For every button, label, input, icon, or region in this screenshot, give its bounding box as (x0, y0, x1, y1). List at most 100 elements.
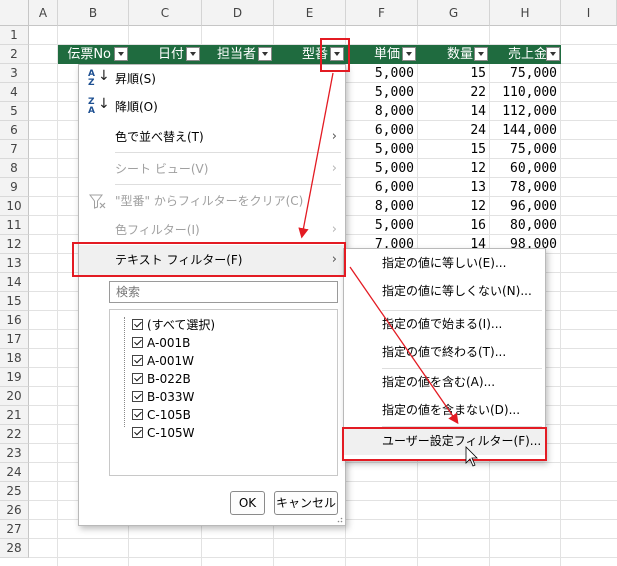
row-header-22[interactable]: 22 (0, 425, 29, 444)
resize-grip-icon[interactable] (335, 515, 343, 523)
menu-color-filter: 色フィルター(I) › (79, 216, 345, 244)
filter-list-item-label: B-033W (147, 390, 195, 404)
checkbox-checked-icon[interactable] (132, 373, 143, 384)
filter-dropdown-date[interactable] (186, 47, 200, 61)
filter-list-item-label: C-105B (147, 408, 191, 422)
row-header-8[interactable]: 8 (0, 159, 29, 178)
checkbox-checked-icon[interactable] (132, 337, 143, 348)
checkbox-checked-icon[interactable] (132, 409, 143, 420)
row-header-21[interactable]: 21 (0, 406, 29, 425)
submenu-item[interactable]: 指定の値で終わる(T)... (344, 338, 545, 366)
row-header-1[interactable]: 1 (0, 26, 29, 45)
select-all-corner[interactable] (0, 0, 29, 26)
row-header-28[interactable]: 28 (0, 539, 29, 558)
filter-dropdown-quantity[interactable] (474, 47, 488, 61)
gridline (57, 26, 58, 566)
row-header-12[interactable]: 12 (0, 235, 29, 254)
menu-sort-by-color[interactable]: 色で並べ替え(T) › (79, 123, 345, 151)
table-cell[interactable]: 24 (418, 121, 490, 140)
table-cell[interactable]: 96,000 (490, 197, 561, 216)
checkbox-checked-icon[interactable] (132, 427, 143, 438)
row-header-9[interactable]: 9 (0, 178, 29, 197)
table-header-row: 伝票No 日付 担当者 型番 単価 数量 売上金 (58, 45, 561, 64)
row-header-14[interactable]: 14 (0, 273, 29, 292)
table-cell[interactable]: 78,000 (490, 178, 561, 197)
row-header-11[interactable]: 11 (0, 216, 29, 235)
table-cell[interactable]: 5,000 (346, 159, 418, 178)
table-cell[interactable]: 15 (418, 64, 490, 83)
row-header-27[interactable]: 27 (0, 520, 29, 539)
column-header-a[interactable]: A (29, 0, 58, 26)
row-header-24[interactable]: 24 (0, 463, 29, 482)
filter-dropdown-sales[interactable] (546, 47, 560, 61)
menu-sort-descending[interactable]: Z A ↓ 降順(O) (79, 93, 345, 121)
row-header-15[interactable]: 15 (0, 292, 29, 311)
table-cell[interactable]: 144,000 (490, 121, 561, 140)
table-cell[interactable]: 112,000 (490, 102, 561, 121)
table-cell[interactable]: 12 (418, 197, 490, 216)
filter-dropdown-slip-no[interactable] (114, 47, 128, 61)
table-cell[interactable]: 8,000 (346, 102, 418, 121)
table-cell[interactable]: 80,000 (490, 216, 561, 235)
table-cell[interactable]: 6,000 (346, 121, 418, 140)
submenu-item[interactable]: 指定の値に等しくない(N)... (344, 277, 545, 305)
table-cell[interactable]: 60,000 (490, 159, 561, 178)
row-header-13[interactable]: 13 (0, 254, 29, 273)
row-header-2[interactable]: 2 (0, 45, 29, 64)
submenu-item[interactable]: 指定の値に等しい(E)... (344, 249, 545, 277)
row-header-3[interactable]: 3 (0, 64, 29, 83)
column-header-e[interactable]: E (274, 0, 346, 26)
column-header-b[interactable]: B (58, 0, 129, 26)
table-cell[interactable]: 5,000 (346, 64, 418, 83)
sort-descending-icon: Z A ↓ (88, 96, 110, 116)
table-cell[interactable]: 16 (418, 216, 490, 235)
submenu-item[interactable]: 指定の値を含まない(D)... (344, 396, 545, 424)
filter-dropdown-staff[interactable] (258, 47, 272, 61)
row-header-19[interactable]: 19 (0, 368, 29, 387)
row-header-26[interactable]: 26 (0, 501, 29, 520)
table-cell[interactable]: 75,000 (490, 64, 561, 83)
cancel-button[interactable]: キャンセル (274, 491, 338, 515)
checkbox-checked-icon[interactable] (132, 319, 143, 330)
row-header-25[interactable]: 25 (0, 482, 29, 501)
row-header-7[interactable]: 7 (0, 140, 29, 159)
row-header-4[interactable]: 4 (0, 83, 29, 102)
ok-button[interactable]: OK (230, 491, 265, 515)
row-header-17[interactable]: 17 (0, 330, 29, 349)
column-header-d[interactable]: D (202, 0, 274, 26)
row-header-20[interactable]: 20 (0, 387, 29, 406)
table-cell[interactable]: 22 (418, 83, 490, 102)
filter-value-list: (すべて選択) A-001B A-001W B-022B B-033W C-105B C-1… (109, 309, 338, 476)
column-header-g[interactable]: G (418, 0, 490, 26)
menu-separator (115, 184, 341, 185)
table-cell[interactable]: 5,000 (346, 83, 418, 102)
table-cell[interactable]: 14 (418, 102, 490, 121)
table-cell[interactable]: 12 (418, 159, 490, 178)
checkbox-checked-icon[interactable] (132, 391, 143, 402)
table-cell[interactable]: 5,000 (346, 216, 418, 235)
table-cell[interactable]: 13 (418, 178, 490, 197)
column-header-i[interactable]: I (561, 0, 617, 26)
row-header-23[interactable]: 23 (0, 444, 29, 463)
filter-search-input[interactable]: 検索 (109, 281, 338, 303)
column-header-f[interactable]: F (346, 0, 418, 26)
row-header-6[interactable]: 6 (0, 121, 29, 140)
row-header-10[interactable]: 10 (0, 197, 29, 216)
submenu-item[interactable]: 指定の値を含む(A)... (344, 368, 545, 396)
row-header-16[interactable]: 16 (0, 311, 29, 330)
table-cell[interactable]: 8,000 (346, 197, 418, 216)
row-header-5[interactable]: 5 (0, 102, 29, 121)
gridline (29, 538, 617, 539)
table-cell[interactable]: 110,000 (490, 83, 561, 102)
column-header-h[interactable]: H (490, 0, 561, 26)
table-cell[interactable]: 75,000 (490, 140, 561, 159)
table-cell[interactable]: 6,000 (346, 178, 418, 197)
table-cell[interactable]: 5,000 (346, 140, 418, 159)
submenu-item[interactable]: 指定の値で始まる(I)... (344, 310, 545, 338)
row-header-18[interactable]: 18 (0, 349, 29, 368)
filter-dropdown-unit-price[interactable] (402, 47, 416, 61)
checkbox-checked-icon[interactable] (132, 355, 143, 366)
menu-sort-ascending[interactable]: A Z ↓ 昇順(S) (79, 65, 345, 93)
table-cell[interactable]: 15 (418, 140, 490, 159)
column-header-c[interactable]: C (129, 0, 202, 26)
